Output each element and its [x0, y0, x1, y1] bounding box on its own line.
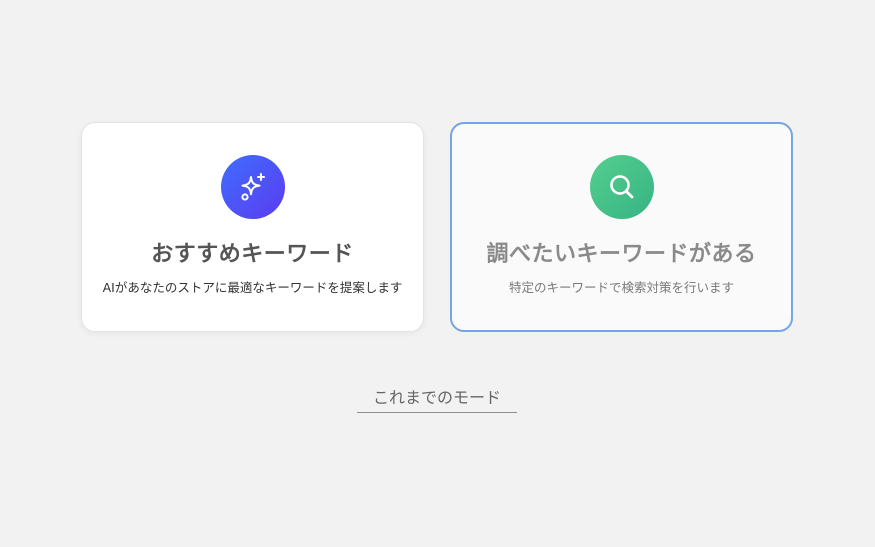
recommended-icon-badge: [220, 155, 285, 219]
recommended-description: AIがあなたのストアに最適なキーワードを提案します: [102, 280, 403, 295]
recommended-keywords-card[interactable]: おすすめキーワード AIがあなたのストアに最適なキーワードを提案します: [81, 122, 424, 332]
search-icon: [609, 175, 633, 199]
legacy-mode-link[interactable]: これまでのモード: [357, 386, 517, 413]
search-icon-badge: [589, 155, 654, 219]
search-description: 特定のキーワードで検索対策を行います: [508, 280, 734, 295]
search-title: 調べたいキーワードがある: [486, 242, 757, 267]
search-keyword-card[interactable]: 調べたいキーワードがある 特定のキーワードで検索対策を行います: [450, 122, 793, 332]
recommended-title: おすすめキーワード: [151, 242, 354, 267]
sparkles-icon: [240, 173, 265, 201]
